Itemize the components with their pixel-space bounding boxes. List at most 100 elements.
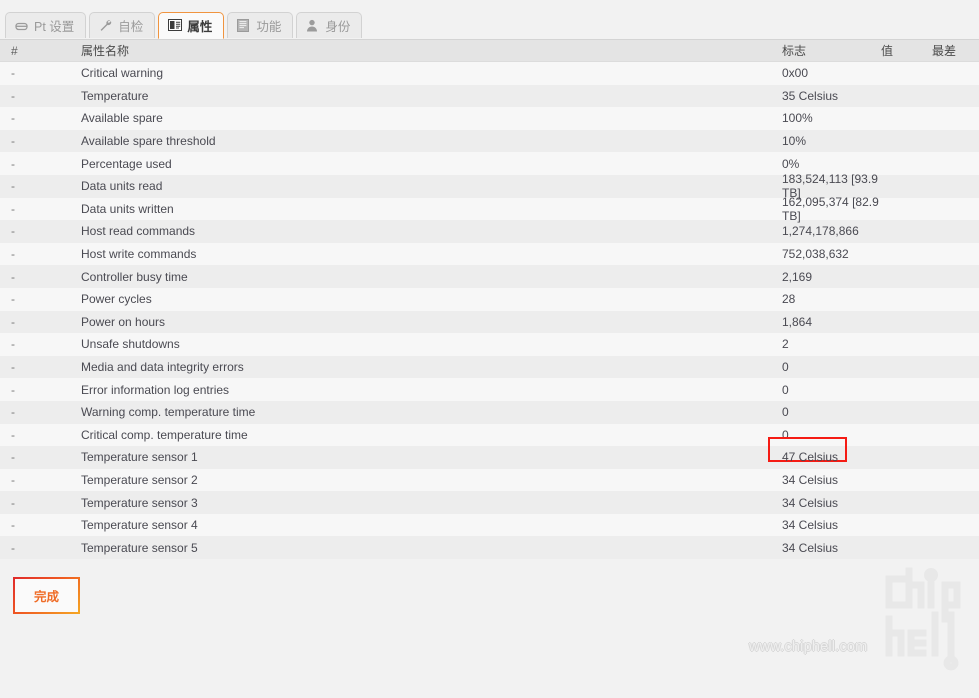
cell-index: - [11, 111, 15, 126]
cell-index: - [11, 201, 15, 216]
table-row[interactable]: - Power on hours 1,864 [0, 310, 979, 334]
cell-flag: 752,038,632 [782, 247, 881, 261]
cell-index: - [11, 382, 15, 397]
cell-flag: 2 [782, 337, 881, 351]
cell-flag: 100% [782, 111, 881, 125]
cell-flag-text: 28 [782, 292, 796, 307]
cell-flag: 0 [782, 383, 881, 397]
cell-index: - [11, 360, 15, 375]
cell-attribute-name: Unsafe shutdowns [81, 337, 180, 352]
table-row[interactable]: - Available spare 100% [0, 107, 979, 130]
person-icon [306, 19, 319, 32]
book-icon [237, 19, 250, 32]
cell-index: - [11, 518, 15, 533]
cell-flag-text: 0x00 [782, 66, 809, 81]
header-value: 值 [881, 44, 894, 58]
table-row[interactable]: - Temperature sensor 3 34 Celsius [0, 491, 979, 514]
cell-index: - [11, 66, 15, 81]
tab-bar: Pt 设置 自检 属性 功能 身份 [0, 0, 979, 40]
tab-label: 自检 [118, 20, 144, 34]
cell-attribute-name: Power cycles [81, 292, 152, 307]
table-row[interactable]: - Data units written 162,095,374 [82.9 TB] [0, 195, 979, 223]
cell-flag: 28 [782, 292, 881, 306]
header-worst: 最差 [932, 44, 957, 58]
cell-attribute-name: Temperature sensor 2 [81, 472, 198, 487]
tab-1[interactable]: Pt 设置 [5, 12, 87, 38]
cell-flag-text: 10% [782, 134, 807, 149]
table-row[interactable]: - Temperature sensor 5 34 Celsius [0, 536, 979, 560]
id-card-icon [168, 19, 183, 32]
cell-index: - [11, 156, 15, 171]
cell-flag-text: 1,864 [782, 314, 813, 329]
table-row[interactable]: - Temperature sensor 2 34 Celsius [0, 468, 979, 492]
cell-index: - [11, 314, 15, 329]
cell-flag-text: 34 Celsius [782, 495, 839, 510]
table-row[interactable]: - Temperature sensor 4 34 Celsius [0, 513, 979, 537]
cell-index: - [11, 450, 15, 465]
tab-4[interactable]: 功能 [227, 12, 294, 38]
cell-index: - [11, 247, 15, 262]
table-row[interactable]: - Media and data integrity errors 0 [0, 355, 979, 379]
tab-2[interactable]: 自检 [89, 12, 156, 38]
header-index: # [11, 43, 18, 58]
cell-flag-text: 47 Celsius [782, 450, 839, 465]
disk-icon [15, 19, 28, 32]
cell-attribute-name: Data units read [81, 179, 163, 194]
cell-flag: 0% [782, 157, 881, 171]
tab-3[interactable]: 属性 [158, 12, 225, 39]
cell-flag: 34 Celsius [782, 473, 881, 487]
cell-index: - [11, 495, 15, 510]
cell-flag-text: 2,169 [782, 269, 813, 284]
cell-flag: 162,095,374 [82.9 TB] [782, 195, 881, 223]
table-row[interactable]: - Error information log entries 0 [0, 378, 979, 401]
cell-attribute-name: Data units written [81, 201, 174, 216]
cell-flag-text: 34 Celsius [782, 540, 839, 555]
cell-index: - [11, 179, 15, 194]
table-row[interactable]: - Power cycles 28 [0, 287, 979, 311]
table-body: - Critical warning 0x00 - Temperature 35 Cels… [0, 62, 979, 560]
cell-index: - [11, 405, 15, 420]
cell-attribute-name: Temperature sensor 5 [81, 540, 198, 555]
cell-flag-text: 1,274,178,866 [782, 224, 859, 239]
cell-index: - [11, 472, 15, 487]
cell-flag-text: 100% [782, 111, 813, 126]
table-row[interactable]: - Critical warning 0x00 [0, 62, 979, 85]
tab-label: 身份 [325, 20, 351, 34]
cell-flag-text: 0 [782, 360, 789, 375]
cell-flag-text: 34 Celsius [782, 518, 839, 533]
cell-flag-text: 162,095,374 [82.9 TB] [782, 194, 879, 223]
table-row[interactable]: - Temperature 35 Celsius [0, 84, 979, 108]
cell-flag: 34 Celsius [782, 541, 881, 555]
chiphell-logo-icon [875, 567, 971, 671]
table-row[interactable]: - Unsafe shutdowns 2 [0, 333, 979, 356]
cell-attribute-name: Host write commands [81, 247, 197, 262]
cell-attribute-name: Available spare [81, 111, 163, 126]
table-row[interactable]: - Warning comp. temperature time 0 [0, 400, 979, 424]
tab-5[interactable]: 身份 [296, 12, 363, 38]
cell-flag-text: 0 [782, 382, 789, 397]
cell-index: - [11, 269, 15, 284]
cell-flag: 1,864 [782, 315, 881, 329]
tab-label: 属性 [187, 20, 213, 34]
cell-flag-text: 2 [782, 337, 789, 352]
cell-flag-text: 35 Celsius [782, 88, 839, 103]
table-row[interactable]: - Host write commands 752,038,632 [0, 242, 979, 266]
cell-attribute-name: Warning comp. temperature time [81, 405, 256, 420]
attributes-table: # 属性名称 标志 值 最差 - Critical warning 0x00 - Tem… [0, 40, 979, 560]
table-row[interactable]: - Critical comp. temperature time 0 [0, 423, 979, 447]
cell-flag-text: 34 Celsius [782, 472, 839, 487]
table-row[interactable]: - Available spare threshold 10% [0, 129, 979, 153]
header-attribute-name: 属性名称 [81, 44, 130, 58]
table-row[interactable]: - Host read commands 1,274,178,866 [0, 220, 979, 243]
cell-flag: 0 [782, 405, 881, 419]
cell-attribute-name: Power on hours [81, 314, 166, 329]
table-row[interactable]: - Controller busy time 2,169 [0, 265, 979, 288]
cell-attribute-name: Temperature sensor 4 [81, 518, 198, 533]
table-row[interactable]: - Temperature sensor 1 47 Celsius [0, 437, 979, 469]
cell-flag: 10% [782, 134, 881, 148]
cell-attribute-name: Controller busy time [81, 269, 188, 284]
watermark-url: www.chiphell.com [749, 639, 868, 656]
cell-attribute-name: Temperature sensor 1 [81, 450, 198, 465]
cell-attribute-name: Critical warning [81, 66, 164, 81]
done-button[interactable]: 完成 [13, 577, 81, 615]
